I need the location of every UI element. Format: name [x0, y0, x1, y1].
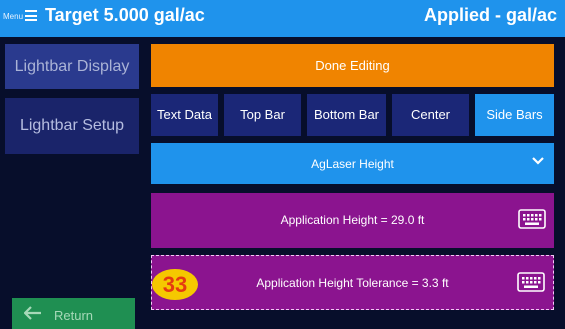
return-label: Return — [54, 308, 94, 323]
header-bar: Menu Target 5.000 gal/ac Applied - gal/a… — [0, 0, 565, 37]
tab-text-data[interactable]: Text Data — [151, 94, 218, 136]
tab-side-bars[interactable]: Side Bars — [475, 94, 554, 136]
back-arrow-icon — [23, 306, 42, 323]
applied-rate-label: Applied - gal/ac — [423, 5, 557, 25]
hamburger-menu-icon[interactable] — [25, 10, 37, 21]
lightbar-screen: Menu Target 5.000 gal/ac Applied - gal/a… — [0, 0, 565, 329]
return-button[interactable]: Return — [12, 298, 135, 329]
sidebar-item-lightbar-display[interactable]: Lightbar Display — [5, 44, 139, 89]
dropdown-selected-value: AgLaser Height — [311, 157, 394, 171]
keyboard-icon[interactable] — [518, 209, 546, 232]
tab-center[interactable]: Center — [392, 94, 469, 136]
application-height-tolerance-field[interactable]: Application Height Tolerance = 3.3 ft — [151, 255, 554, 310]
application-height-field[interactable]: Application Height = 29.0 ft — [151, 193, 554, 248]
keyboard-icon[interactable] — [517, 272, 545, 295]
tab-bottom-bar[interactable]: Bottom Bar — [307, 94, 386, 136]
sidebar-item-lightbar-setup[interactable]: Lightbar Setup — [5, 98, 139, 154]
step-number-badge: 33 — [152, 269, 198, 300]
tab-top-bar[interactable]: Top Bar — [224, 94, 301, 136]
done-editing-button[interactable]: Done Editing — [151, 44, 554, 87]
chevron-down-icon — [532, 155, 544, 169]
application-height-tolerance-label: Application Height Tolerance = 3.3 ft — [256, 276, 449, 290]
menu-label[interactable]: Menu — [3, 12, 23, 21]
application-height-label: Application Height = 29.0 ft — [280, 213, 425, 227]
target-rate-title: Target 5.000 gal/ac — [45, 5, 205, 25]
height-source-dropdown[interactable]: AgLaser Height — [151, 143, 554, 184]
